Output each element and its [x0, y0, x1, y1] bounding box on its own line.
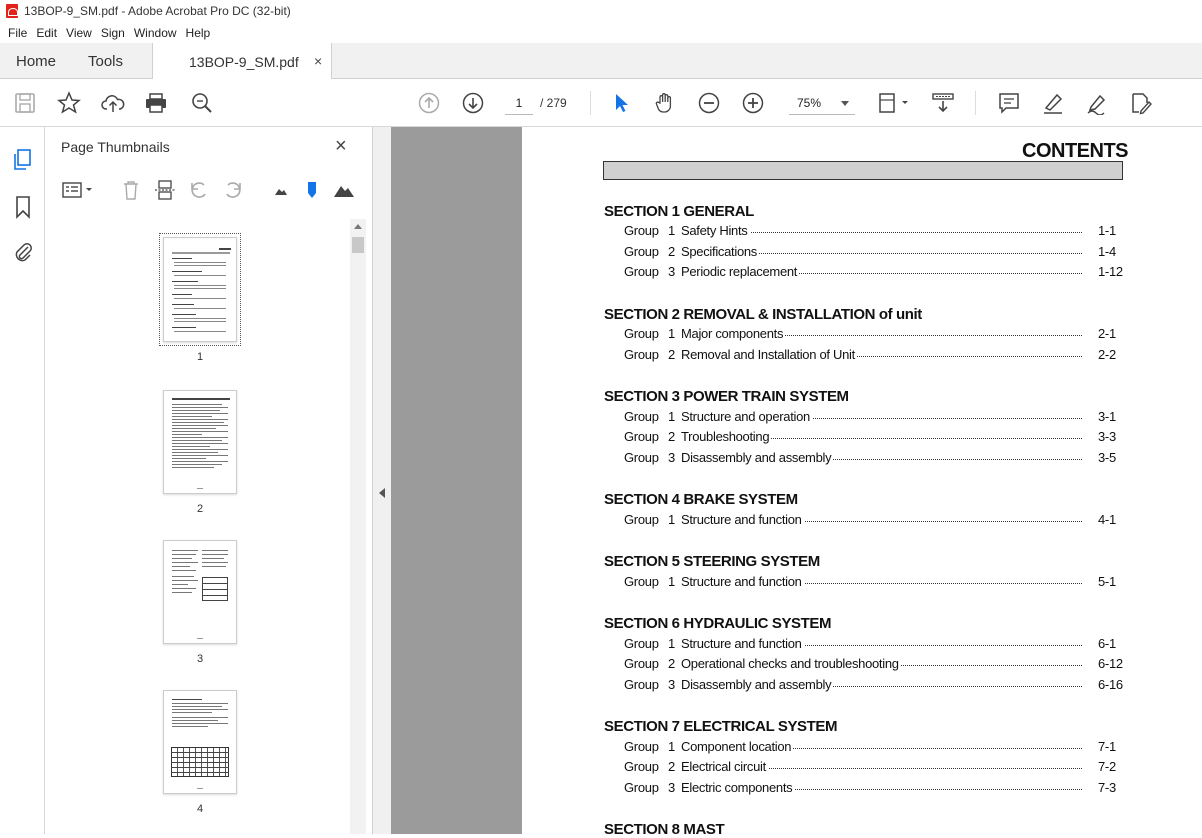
print-icon[interactable]: [144, 91, 168, 115]
highlight-pen-icon[interactable]: [1041, 91, 1065, 115]
section-heading: SECTION 2 REMOVAL & INSTALLATION of unit: [604, 306, 922, 323]
upload-cloud-icon[interactable]: [101, 91, 125, 115]
tab-document[interactable]: 13BOP-9_SM.pdf ×: [152, 43, 332, 80]
section-heading: SECTION 8 MAST: [604, 821, 725, 838]
toc-entry[interactable]: Group 3 Disassembly and assembly 6-16: [624, 677, 1134, 693]
toc-entry[interactable]: Group 1 Structure and function 6-1: [624, 636, 1134, 652]
extract-pages-icon[interactable]: [154, 179, 176, 201]
page-thumbnail-3[interactable]: [163, 540, 237, 644]
zoom-in-icon[interactable]: [741, 91, 765, 115]
zoom-level-value: 75%: [797, 96, 822, 110]
page-total: / 279: [540, 96, 567, 110]
toc-entry[interactable]: Group 3 Electric components 7-3: [624, 780, 1134, 796]
edit-document-icon[interactable]: [1129, 91, 1153, 115]
toc-entry[interactable]: Group 3 Periodic replacement 1-12: [624, 264, 1134, 280]
toc-entry[interactable]: Group 1 Structure and function 4-1: [624, 512, 1134, 528]
thumbnail-list: 1 2 3 4: [45, 219, 350, 834]
window-title: 13BOP-9_SM.pdf - Adobe Acrobat Pro DC (3…: [24, 4, 291, 18]
toc-entry[interactable]: Group 1 Structure and function 5-1: [624, 574, 1134, 590]
fit-page-icon[interactable]: [876, 91, 910, 115]
toolbar-divider: [975, 91, 976, 115]
tab-bar: Home Tools 13BOP-9_SM.pdf ×: [0, 43, 1202, 80]
hand-tool-icon[interactable]: [653, 91, 677, 115]
scroll-mode-icon[interactable]: [931, 91, 955, 115]
options-menu-icon[interactable]: [61, 179, 95, 201]
toc-entry[interactable]: Group 2 Electrical circuit 7-2: [624, 759, 1134, 775]
thumbnail-toolbar: [45, 173, 373, 207]
toc-entry[interactable]: Group 1 Safety Hints 1-1: [624, 223, 1134, 239]
menu-bar: File Edit View Sign Window Help: [0, 22, 1202, 43]
menu-window[interactable]: Window: [134, 26, 177, 40]
page-thumbnail-1[interactable]: [159, 233, 241, 346]
toc-entry[interactable]: Group 2 Operational checks and troubleshoo…: [624, 656, 1134, 672]
thumbnail-label-3: 3: [196, 653, 204, 665]
page-thumbnails-panel: Page Thumbnails × 1 2 3 4: [45, 127, 373, 834]
pdf-page[interactable]: CONTENTS SECTION 1 GENERAL Group 1 Safety …: [522, 127, 1202, 838]
tab-home[interactable]: Home: [16, 53, 56, 70]
title-bar: 13BOP-9_SM.pdf - Adobe Acrobat Pro DC (3…: [0, 0, 1202, 22]
chevron-down-icon: [841, 101, 849, 106]
thumbnail-label-4: 4: [196, 803, 204, 815]
zoom-level-dropdown[interactable]: 75%: [789, 91, 855, 115]
section-heading: SECTION 4 BRAKE SYSTEM: [604, 491, 798, 508]
page-thumbnail-2[interactable]: [163, 390, 237, 494]
scrollbar-thumb[interactable]: [352, 237, 364, 253]
attachments-icon[interactable]: [11, 240, 35, 264]
rotate-counterclockwise-icon[interactable]: [188, 179, 210, 201]
thumbnail-label-1: 1: [196, 351, 204, 363]
toolbar-divider: [590, 91, 591, 115]
toc-entry[interactable]: Group 1 Component location 7-1: [624, 739, 1134, 755]
toc-entry[interactable]: Group 1 Structure and operation 3-1: [624, 409, 1134, 425]
select-cursor-icon[interactable]: [609, 91, 633, 115]
left-navigation-rail: [0, 127, 45, 834]
delete-page-icon[interactable]: [120, 179, 142, 201]
section-heading: SECTION 5 STEERING SYSTEM: [604, 553, 820, 570]
bookmarks-icon[interactable]: [11, 195, 35, 219]
large-thumbnails-icon[interactable]: [333, 179, 355, 201]
toc-entry[interactable]: Group 2 Troubleshooting 3-3: [624, 429, 1134, 445]
thumbnail-label-2: 2: [196, 503, 204, 515]
comment-icon[interactable]: [997, 91, 1021, 115]
toc-entry[interactable]: Group 1 Major components 2-1: [624, 326, 1134, 342]
acrobat-app-icon: [6, 4, 18, 18]
section-heading: SECTION 7 ELECTRICAL SYSTEM: [604, 718, 838, 735]
save-icon[interactable]: [13, 91, 37, 115]
toc-entry[interactable]: Group 3 Disassembly and assembly 3-5: [624, 450, 1134, 466]
rotate-clockwise-icon[interactable]: [222, 179, 244, 201]
contents-header-bar: [603, 161, 1123, 180]
document-viewer[interactable]: CONTENTS SECTION 1 GENERAL Group 1 Safety …: [373, 127, 1202, 838]
section-heading: SECTION 1 GENERAL: [604, 203, 754, 220]
page-thumbnails-icon[interactable]: [11, 148, 35, 172]
menu-edit[interactable]: Edit: [36, 26, 57, 40]
panel-title: Page Thumbnails: [61, 139, 170, 155]
menu-help[interactable]: Help: [186, 26, 211, 40]
previous-page-icon[interactable]: [417, 91, 441, 115]
menu-sign[interactable]: Sign: [101, 26, 125, 40]
panel-collapse-handle[interactable]: [373, 127, 391, 834]
sign-pen-icon[interactable]: [1085, 91, 1109, 115]
section-heading: SECTION 3 POWER TRAIN SYSTEM: [604, 388, 849, 405]
thumbnail-size-slider-icon[interactable]: [301, 179, 323, 201]
main-toolbar: 1 / 279 75%: [0, 79, 1202, 127]
tab-document-label: 13BOP-9_SM.pdf: [189, 54, 299, 70]
section-heading: SECTION 6 HYDRAULIC SYSTEM: [604, 615, 832, 632]
collapse-left-arrow-icon[interactable]: [379, 488, 385, 498]
bookmark-star-icon[interactable]: [57, 91, 81, 115]
zoom-out-icon[interactable]: [697, 91, 721, 115]
toc-entry[interactable]: Group 2 Specifications 1-4: [624, 244, 1134, 260]
thumbnail-scrollbar[interactable]: [350, 219, 366, 834]
menu-view[interactable]: View: [66, 26, 92, 40]
tab-tools[interactable]: Tools: [88, 53, 123, 70]
close-icon[interactable]: ×: [335, 135, 347, 158]
next-page-icon[interactable]: [461, 91, 485, 115]
zoom-search-icon[interactable]: [190, 91, 214, 115]
contents-heading: CONTENTS: [1022, 140, 1129, 162]
small-thumbnails-icon[interactable]: [270, 179, 292, 201]
scroll-up-arrow-icon[interactable]: [354, 224, 362, 229]
tab-close-icon[interactable]: ×: [314, 53, 322, 69]
toc-entry[interactable]: Group 2 Removal and Installation of Unit 2-…: [624, 347, 1134, 363]
menu-file[interactable]: File: [8, 26, 27, 40]
page-thumbnail-4[interactable]: [163, 690, 237, 794]
page-number-input[interactable]: 1: [505, 91, 533, 115]
